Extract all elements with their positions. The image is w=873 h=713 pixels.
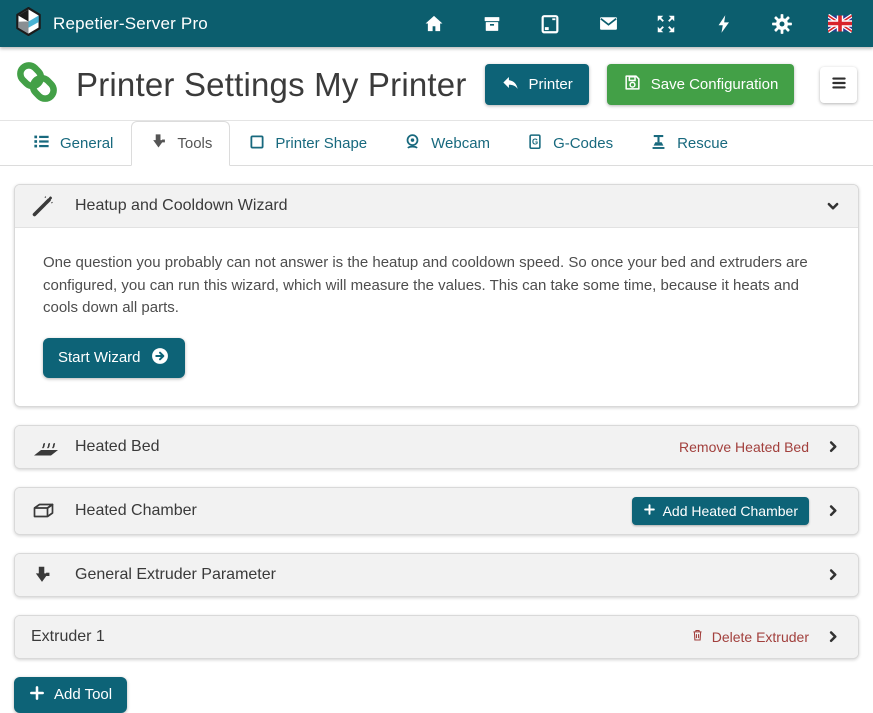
save-configuration-button[interactable]: Save Configuration xyxy=(607,64,795,105)
heated-bed-card: Heated Bed Remove Heated Bed xyxy=(14,425,859,469)
tab-webcam[interactable]: Webcam xyxy=(385,121,508,166)
printer-back-label: Printer xyxy=(529,76,573,93)
wizard-card-header[interactable]: Heatup and Cooldown Wizard xyxy=(15,185,858,228)
heated-bed-icon xyxy=(31,435,61,459)
heated-bed-title: Heated Bed xyxy=(75,438,160,456)
chevron-right-icon[interactable] xyxy=(824,502,842,520)
chevron-right-icon[interactable] xyxy=(824,566,842,584)
heated-chamber-header[interactable]: Heated Chamber Add Heated Chamber xyxy=(15,488,858,534)
general-extruder-card: General Extruder Parameter xyxy=(14,553,859,597)
add-tool-label: Add Tool xyxy=(54,686,112,703)
trash-icon xyxy=(690,627,705,646)
messages-icon[interactable] xyxy=(596,12,620,36)
extruder-1-header[interactable]: Extruder 1 Delete Extruder xyxy=(15,616,858,658)
remove-heated-bed-link[interactable]: Remove Heated Bed xyxy=(679,439,809,455)
arrow-circle-right-icon xyxy=(150,346,170,370)
general-extruder-title: General Extruder Parameter xyxy=(75,566,276,584)
start-wizard-button[interactable]: Start Wizard xyxy=(43,338,185,378)
tab-gcodes-label: G-Codes xyxy=(553,135,613,152)
general-extruder-header[interactable]: General Extruder Parameter xyxy=(15,554,858,596)
extruder-1-card: Extruder 1 Delete Extruder xyxy=(14,615,859,659)
square-outline-icon xyxy=(248,133,266,155)
add-heated-chamber-button[interactable]: Add Heated Chamber xyxy=(632,497,809,525)
start-wizard-label: Start Wizard xyxy=(58,349,141,366)
settings-tab-bar: General Tools Printer Shape Webcam G G-C… xyxy=(0,121,873,166)
printer-back-button[interactable]: Printer xyxy=(485,64,589,105)
delete-extruder-label: Delete Extruder xyxy=(712,629,809,645)
link-chain-icon xyxy=(14,59,60,110)
heated-chamber-card: Heated Chamber Add Heated Chamber xyxy=(14,487,859,535)
plus-icon xyxy=(643,503,656,519)
tab-general-label: General xyxy=(60,135,113,152)
tab-printer-shape-label: Printer Shape xyxy=(275,135,367,152)
reply-arrow-icon xyxy=(501,73,520,96)
header-menu-button[interactable] xyxy=(820,67,857,103)
chevron-right-icon[interactable] xyxy=(824,628,842,646)
delete-extruder-link[interactable]: Delete Extruder xyxy=(690,627,809,646)
gcode-document-icon: G xyxy=(526,132,544,155)
tab-tools[interactable]: Tools xyxy=(131,121,230,166)
tab-rescue-label: Rescue xyxy=(677,135,728,152)
settings-gear-icon[interactable] xyxy=(770,12,794,36)
tab-tools-label: Tools xyxy=(177,135,212,152)
tab-printer-shape[interactable]: Printer Shape xyxy=(230,121,385,166)
home-icon[interactable] xyxy=(422,12,446,36)
webcam-icon xyxy=(403,132,422,155)
power-icon[interactable] xyxy=(712,12,736,36)
repetier-logo-icon xyxy=(15,7,42,41)
magic-wand-icon xyxy=(31,194,61,218)
printer-frame-icon[interactable] xyxy=(538,12,562,36)
tab-general[interactable]: General xyxy=(14,121,131,166)
extruder-icon xyxy=(149,132,168,155)
chevron-down-icon[interactable] xyxy=(824,197,842,215)
plus-icon xyxy=(29,685,45,705)
page-title: Printer Settings My Printer xyxy=(76,66,467,104)
heated-bed-header[interactable]: Heated Bed Remove Heated Bed xyxy=(15,426,858,468)
chamber-icon xyxy=(31,499,61,523)
wizard-card-body: One question you probably can not answer… xyxy=(15,228,858,406)
hamburger-icon xyxy=(829,73,849,96)
tab-gcodes[interactable]: G G-Codes xyxy=(508,121,631,166)
chevron-right-icon[interactable] xyxy=(824,438,842,456)
page-header: Printer Settings My Printer Printer Save… xyxy=(0,47,873,121)
brand[interactable]: Repetier-Server Pro xyxy=(15,7,208,41)
tab-rescue[interactable]: Rescue xyxy=(631,121,746,166)
extruder-icon xyxy=(31,564,61,586)
printer-box-icon[interactable] xyxy=(480,12,504,36)
add-heated-chamber-label: Add Heated Chamber xyxy=(663,503,798,519)
wizard-card: Heatup and Cooldown Wizard One question … xyxy=(14,184,859,407)
rescue-icon xyxy=(649,132,668,155)
top-navbar: Repetier-Server Pro xyxy=(0,0,873,47)
gcode-letter: G xyxy=(532,138,538,147)
language-flag-uk-icon[interactable] xyxy=(828,12,852,36)
list-icon xyxy=(32,132,51,155)
heated-chamber-title: Heated Chamber xyxy=(75,502,197,520)
brand-title: Repetier-Server Pro xyxy=(53,14,208,34)
wizard-title: Heatup and Cooldown Wizard xyxy=(75,197,288,215)
main-content: Heatup and Cooldown Wizard One question … xyxy=(0,166,873,713)
save-floppy-icon xyxy=(623,73,642,96)
navbar-icons xyxy=(422,12,858,36)
save-configuration-label: Save Configuration xyxy=(651,76,779,93)
wizard-description: One question you probably can not answer… xyxy=(43,252,830,320)
fullscreen-icon[interactable] xyxy=(654,12,678,36)
extruder-1-title: Extruder 1 xyxy=(31,628,105,646)
tab-webcam-label: Webcam xyxy=(431,135,490,152)
add-tool-button[interactable]: Add Tool xyxy=(14,677,127,713)
